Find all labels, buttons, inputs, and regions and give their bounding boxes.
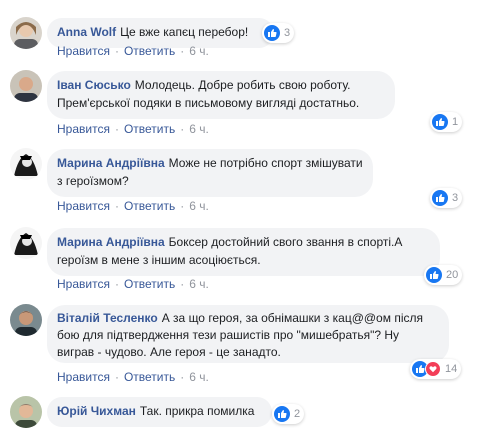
- timestamp[interactable]: 6 ч.: [189, 277, 209, 291]
- reaction-summary[interactable]: 20: [424, 265, 463, 285]
- like-icon: [274, 406, 290, 422]
- comment-bubble: Іван Сюсько Молодець. Добре робить свою р…: [47, 71, 395, 119]
- separator: ·: [180, 122, 185, 136]
- love-icon: [425, 361, 441, 377]
- like-link[interactable]: Нравится: [57, 44, 110, 58]
- avatar[interactable]: [10, 70, 42, 102]
- comment-bubble: Марина Андріївна Боксер достойний свого з…: [47, 228, 440, 276]
- comment-actions: Нравится · Ответить · 6 ч.: [57, 277, 209, 291]
- comment-bubble: Юрій Чихман Так. прикра помилка: [47, 397, 272, 427]
- separator: ·: [114, 199, 119, 213]
- author-name[interactable]: Юрій Чихман: [57, 404, 136, 418]
- reply-link[interactable]: Ответить: [124, 122, 175, 136]
- separator: ·: [180, 370, 185, 384]
- reaction-count: 3: [452, 192, 459, 204]
- reaction-count: 3: [284, 27, 291, 39]
- like-link[interactable]: Нравится: [57, 277, 110, 291]
- separator: ·: [114, 122, 119, 136]
- reply-link[interactable]: Ответить: [124, 44, 175, 58]
- reaction-summary[interactable]: 14: [410, 359, 462, 379]
- timestamp[interactable]: 6 ч.: [189, 199, 209, 213]
- like-icon: [432, 114, 448, 130]
- like-link[interactable]: Нравится: [57, 122, 110, 136]
- reaction-count: 1: [452, 116, 459, 128]
- separator: ·: [180, 199, 185, 213]
- reply-link[interactable]: Ответить: [124, 370, 175, 384]
- comment-text: Так. прикра помилка: [139, 404, 255, 418]
- avatar[interactable]: [10, 396, 42, 428]
- avatar[interactable]: [10, 17, 42, 49]
- like-icon: [264, 25, 280, 41]
- reply-link[interactable]: Ответить: [124, 277, 175, 291]
- separator: ·: [180, 277, 185, 291]
- author-name[interactable]: Марина Андріївна: [57, 156, 165, 170]
- comment-text: Це вже капєц перебор!: [120, 25, 249, 39]
- reaction-summary[interactable]: 2: [272, 404, 305, 424]
- comment-bubble: Віталій Тесленко А за що героя, за обніма…: [47, 305, 449, 363]
- reaction-summary[interactable]: 3: [262, 23, 295, 43]
- reaction-count: 2: [294, 408, 301, 420]
- avatar[interactable]: [10, 227, 42, 259]
- like-link[interactable]: Нравится: [57, 199, 110, 213]
- author-name[interactable]: Віталій Тесленко: [57, 311, 158, 325]
- reaction-count: 20: [446, 269, 459, 281]
- comment-bubble: Марина Андріївна Може не потрібно спорт з…: [47, 149, 373, 197]
- avatar[interactable]: [10, 304, 42, 336]
- reaction-count: 14: [445, 363, 458, 375]
- reaction-summary[interactable]: 1: [430, 112, 463, 132]
- separator: ·: [114, 277, 119, 291]
- author-name[interactable]: Anna Wolf: [57, 25, 116, 39]
- separator: ·: [180, 44, 185, 58]
- avatar[interactable]: [10, 148, 42, 180]
- separator: ·: [114, 44, 119, 58]
- like-icon: [432, 190, 448, 206]
- author-name[interactable]: Іван Сюсько: [57, 78, 131, 92]
- comment-actions: Нравится · Ответить · 6 ч.: [57, 370, 209, 384]
- separator: ·: [114, 370, 119, 384]
- timestamp[interactable]: 6 ч.: [189, 44, 209, 58]
- reply-link[interactable]: Ответить: [124, 199, 175, 213]
- author-name[interactable]: Марина Андріївна: [57, 235, 165, 249]
- comment-actions: Нравится · Ответить · 6 ч.: [57, 44, 209, 58]
- like-link[interactable]: Нравится: [57, 370, 110, 384]
- timestamp[interactable]: 6 ч.: [189, 122, 209, 136]
- reaction-summary[interactable]: 3: [430, 188, 463, 208]
- like-icon: [426, 267, 442, 283]
- comment-actions: Нравится · Ответить · 6 ч.: [57, 199, 209, 213]
- comment-actions: Нравится · Ответить · 6 ч.: [57, 122, 209, 136]
- timestamp[interactable]: 6 ч.: [189, 370, 209, 384]
